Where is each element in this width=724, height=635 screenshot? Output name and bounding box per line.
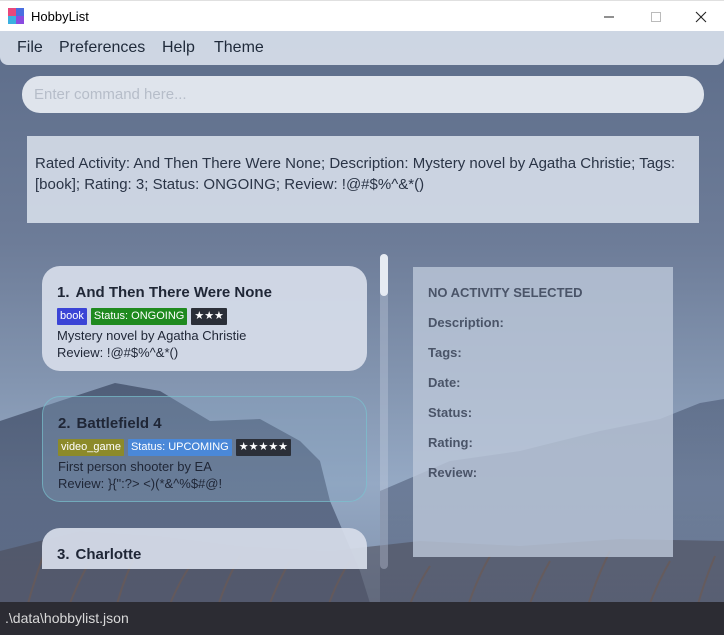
menu-preferences[interactable]: Preferences <box>59 39 145 57</box>
activity-card[interactable]: 2. Battlefield 4 video_game Status: UPCOM… <box>42 396 367 502</box>
detail-review-label: Review: <box>428 465 478 480</box>
window-title: HobbyList <box>31 9 89 24</box>
detail-rating-label: Rating: <box>428 435 473 450</box>
tag-label: video_game <box>58 439 124 456</box>
activity-tags: video_game Status: UPCOMING ★★★★★ <box>58 437 366 458</box>
activity-index: 1. <box>57 284 70 301</box>
app-window: File Preferences Help Theme Rated Activi… <box>0 31 724 635</box>
tag-label: book <box>57 308 87 325</box>
status-bar: .\data\hobbylist.json <box>0 602 724 635</box>
minimize-button[interactable] <box>586 1 632 32</box>
rating-stars: ★★★ <box>191 308 227 325</box>
detail-status-label: Status: <box>428 405 473 420</box>
detail-description-label: Description: <box>428 315 504 330</box>
menu-bar: File Preferences Help Theme <box>0 31 724 65</box>
activity-list-scrollbar-thumb[interactable] <box>380 254 388 296</box>
activity-card[interactable]: 3. Charlotte <box>42 528 367 569</box>
activity-tags: book Status: ONGOING ★★★ <box>57 306 367 327</box>
detail-heading: NO ACTIVITY SELECTED <box>428 285 583 300</box>
activity-title: 2. Battlefield 4 <box>58 415 366 435</box>
detail-date-label: Date: <box>428 375 461 390</box>
status-badge: Status: UPCOMING <box>127 439 232 456</box>
activity-description: First person shooter by EA <box>58 459 212 474</box>
close-button[interactable] <box>678 1 724 32</box>
activity-title: 1. And Then There Were None <box>57 284 367 304</box>
activity-review: Review: !@#$%^&*() <box>57 345 179 360</box>
result-display: Rated Activity: And Then There Were None… <box>27 136 699 223</box>
maximize-button[interactable] <box>633 1 679 32</box>
menu-help[interactable]: Help <box>162 39 195 57</box>
menu-file[interactable]: File <box>17 39 43 57</box>
activity-list-scrollbar-track[interactable] <box>380 254 388 569</box>
hobbylist-app-icon <box>8 8 24 24</box>
close-icon <box>695 11 707 22</box>
status-badge: Status: ONGOING <box>90 308 188 325</box>
activity-name: And Then There Were None <box>75 284 272 301</box>
detail-tags-label: Tags: <box>428 345 462 360</box>
activity-review: Review: }{":?> <)(*&^%$#@! <box>58 476 223 491</box>
activity-index: 2. <box>58 415 71 432</box>
maximize-icon <box>651 11 661 22</box>
activity-tags <box>57 568 367 569</box>
activity-name: Charlotte <box>75 546 142 563</box>
data-file-path: .\data\hobbylist.json <box>5 610 129 626</box>
menu-theme[interactable]: Theme <box>214 39 264 57</box>
activity-name: Battlefield 4 <box>76 415 162 432</box>
activity-title: 3. Charlotte <box>57 546 367 566</box>
activity-list[interactable]: 1. And Then There Were None book Status: … <box>0 254 380 569</box>
activity-detail-panel: NO ACTIVITY SELECTED Description: Tags: … <box>413 267 673 557</box>
window-titlebar[interactable]: HobbyList <box>0 0 724 31</box>
activity-index: 3. <box>57 546 70 563</box>
command-box <box>22 76 704 113</box>
result-text: Rated Activity: And Then There Were None… <box>35 155 676 193</box>
minimize-icon <box>604 16 614 17</box>
activity-card[interactable]: 1. And Then There Were None book Status: … <box>42 266 367 371</box>
activity-description: Mystery novel by Agatha Christie <box>57 328 247 343</box>
rating-stars: ★★★★★ <box>235 439 292 456</box>
command-input[interactable] <box>22 76 704 113</box>
